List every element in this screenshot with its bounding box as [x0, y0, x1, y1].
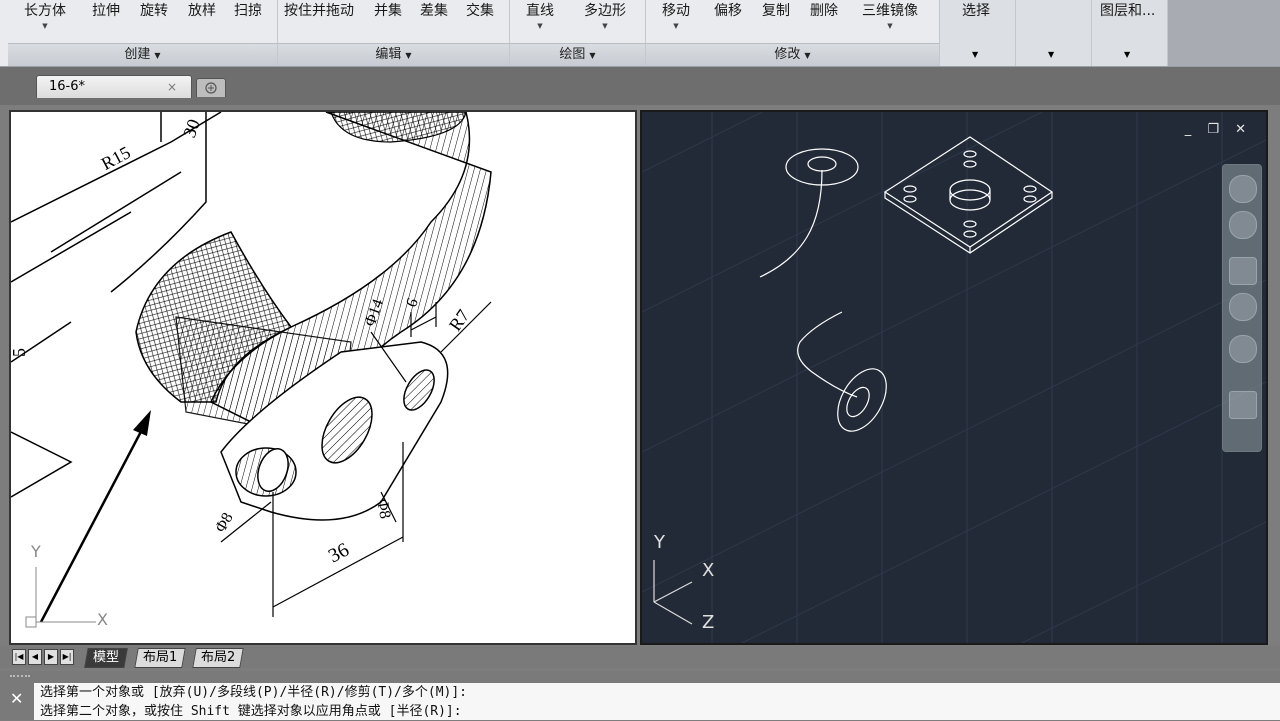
subtract-tool[interactable]: 差集	[420, 0, 448, 20]
loft-tool-label: 放样	[188, 3, 216, 19]
sweep-tool[interactable]: 扫掠	[234, 0, 262, 20]
polygon-tool-label: 多边形	[584, 3, 626, 19]
extrude-tool[interactable]: 拉伸	[92, 0, 120, 20]
prev-tab-icon[interactable]: ◀	[28, 649, 42, 665]
dimension-label: 5	[9, 348, 29, 357]
command-line-text: 选择第二个对象，或按住 Shift 键选择对象以应用角点或 [半径(R)]:	[40, 704, 462, 719]
line-tool[interactable]: 直线 ▼	[526, 0, 554, 30]
command-line: ✕ 选择第一个对象或 [放弃(U)/多段线(P)/半径(R)/修剪(T)/多个(…	[0, 671, 1280, 720]
ribbon-group-edit: 按住并拖动 并集 差集 交集 编辑 ▼	[278, 0, 510, 66]
ucs-y-label: Y	[654, 532, 665, 553]
revolve-tool[interactable]: 旋转	[140, 0, 168, 20]
select-tool-label: 选择	[962, 3, 990, 19]
move-tool-label: 移动	[662, 3, 690, 19]
last-tab-icon[interactable]: ▶|	[60, 649, 74, 665]
dimension-label: Φ8	[373, 497, 394, 521]
orbit-icon[interactable]	[1229, 335, 1257, 363]
layers-tool-label: 图层和...	[1100, 3, 1156, 19]
model-viewport[interactable]: Y X Z _ ❐ ✕	[640, 110, 1268, 645]
ribbon-group-select: 选择 ▼	[940, 0, 1016, 66]
mirror3d-tool[interactable]: 三维镜像 ▼	[862, 0, 918, 30]
steering-wheel-icon[interactable]	[1229, 175, 1257, 203]
erase-tool-label: 删除	[810, 3, 838, 19]
tab-model[interactable]: 模型	[84, 648, 128, 668]
model-canvas	[642, 112, 1266, 643]
chevron-down-icon[interactable]: ▼	[1048, 50, 1054, 59]
command-history[interactable]: 选择第一个对象或 [放弃(U)/多段线(P)/半径(R)/修剪(T)/多个(M)…	[34, 683, 1280, 720]
polygon-tool[interactable]: 多边形 ▼	[584, 0, 626, 30]
ribbon: 长方体 ▼ 拉伸 旋转 放样 扫掠 创建 ▼ 按住并拖动 并集 差集 交集 编辑 ▼ …	[0, 0, 1280, 67]
arrow-icon	[133, 410, 151, 436]
ribbon-group-layers: 图层和... ▼	[1092, 0, 1168, 66]
file-tab[interactable]: 16-6* ×	[36, 75, 192, 98]
ribbon-group-blank: ▼	[1016, 0, 1092, 66]
tab-layout2[interactable]: 布局2	[192, 648, 245, 668]
close-icon[interactable]: ✕	[10, 689, 23, 708]
revolve-tool-label: 旋转	[140, 3, 168, 19]
copy-tool[interactable]: 复制	[762, 0, 790, 20]
chevron-down-icon[interactable]: ▼	[1124, 50, 1130, 59]
next-tab-icon[interactable]: ▶	[44, 649, 58, 665]
ribbon-group-create-title[interactable]: 创建 ▼	[8, 43, 277, 66]
intersect-tool[interactable]: 交集	[466, 0, 494, 20]
chevron-down-icon[interactable]: ▼	[972, 50, 978, 59]
close-icon[interactable]: ×	[167, 76, 177, 98]
ribbon-group-create: 长方体 ▼ 拉伸 旋转 放样 扫掠 创建 ▼	[8, 0, 278, 66]
file-tab-strip: 16-6* ×	[0, 67, 1280, 105]
new-tab-button[interactable]	[196, 78, 226, 97]
loft-tool[interactable]: 放样	[188, 0, 216, 20]
zoom-icon[interactable]	[1229, 293, 1257, 321]
union-tool[interactable]: 并集	[374, 0, 402, 20]
command-line-text: 选择第一个对象或 [放弃(U)/多段线(P)/半径(R)/修剪(T)/多个(M)…	[40, 685, 468, 700]
show-motion-icon[interactable]	[1229, 391, 1257, 419]
box-tool[interactable]: 长方体 ▼	[24, 0, 66, 30]
showmotion-icon[interactable]	[1229, 211, 1257, 239]
navigation-bar	[1222, 164, 1262, 452]
intersect-tool-label: 交集	[466, 3, 494, 19]
move-tool[interactable]: 移动 ▼	[662, 0, 690, 30]
ribbon-empty	[1168, 0, 1280, 66]
first-tab-icon[interactable]: |◀	[12, 649, 26, 665]
pan-hand-icon[interactable]	[1229, 257, 1257, 285]
grip-handle[interactable]	[10, 675, 30, 685]
layout-tab-bar: |◀ ◀ ▶ ▶| 模型 布局1 布局2	[0, 646, 1280, 668]
sweep-tool-label: 扫掠	[234, 3, 262, 19]
ribbon-group-modify-title[interactable]: 修改 ▼	[646, 43, 939, 66]
line-tool-label: 直线	[526, 3, 554, 19]
offset-tool[interactable]: 偏移	[714, 0, 742, 20]
presspull-tool-label: 按住并拖动	[284, 3, 354, 19]
subtract-tool-label: 差集	[420, 3, 448, 19]
ribbon-group-draw-title[interactable]: 绘图 ▼	[510, 43, 645, 66]
tab-layout1[interactable]: 布局1	[134, 648, 187, 668]
ucs-x-label: X	[702, 560, 715, 581]
offset-tool-label: 偏移	[714, 3, 742, 19]
ribbon-group-draw: 直线 ▼ 多边形 ▼ 绘图 ▼	[510, 0, 646, 66]
plus-icon	[205, 82, 217, 94]
erase-tool[interactable]: 删除	[810, 0, 838, 20]
ucs-x-label: X	[97, 610, 108, 629]
mirror3d-tool-label: 三维镜像	[862, 3, 918, 19]
presspull-tool[interactable]: 按住并拖动	[284, 0, 354, 20]
reference-drawing-viewport[interactable]: R15 30 5 R7 Φ14 6 Φ8 Φ8 36 Y X	[9, 110, 637, 645]
ribbon-group-edit-title[interactable]: 编辑 ▼	[278, 43, 509, 66]
copy-tool-label: 复制	[762, 3, 790, 19]
union-tool-label: 并集	[374, 3, 402, 19]
ucs-z-label: Z	[702, 612, 715, 633]
extrude-tool-label: 拉伸	[92, 3, 120, 19]
file-tab-label: 16-6*	[49, 79, 86, 94]
ribbon-group-modify: 移动 ▼ 偏移 复制 删除 三维镜像 ▼ 修改 ▼	[646, 0, 940, 66]
box-tool-label: 长方体	[24, 3, 66, 19]
reference-drawing	[11, 112, 492, 628]
select-tool[interactable]: 选择	[962, 0, 990, 20]
ucs-y-label: Y	[31, 542, 41, 561]
viewport-controls[interactable]: _ ❐ ✕	[1185, 122, 1252, 137]
layers-tool[interactable]: 图层和...	[1100, 0, 1155, 20]
